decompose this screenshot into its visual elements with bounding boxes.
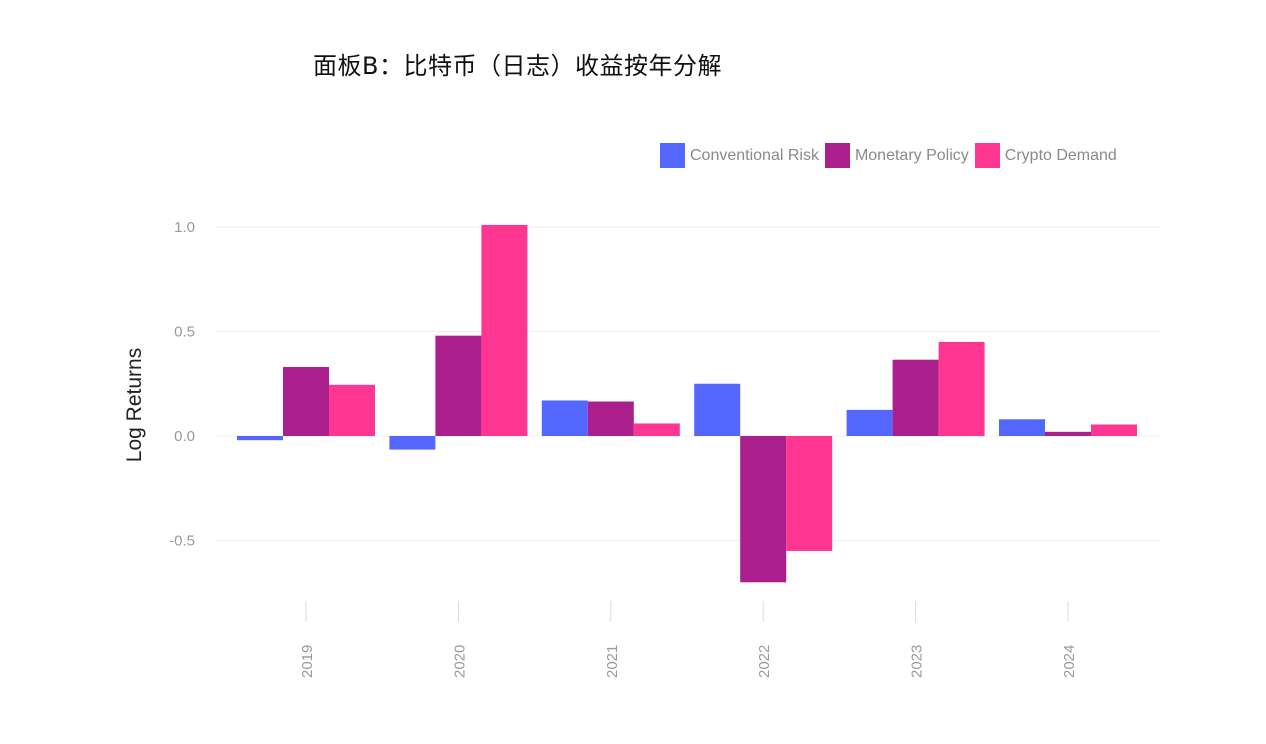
bar-conventional-risk-2023	[846, 409, 893, 436]
x-axis-ticks: 2019 2020 2021 2022 2023 2024	[299, 601, 1078, 678]
gridlines	[215, 226, 1160, 542]
x-tick-label: 2023	[909, 645, 926, 678]
bar-chart: -0.5 0.0 0.5 1.0 2019 2020 2021 2022 2023 2024 L…	[123, 219, 1160, 678]
bar-monetary-policy-2023	[892, 359, 939, 436]
bar-conventional-risk-2020	[389, 436, 436, 450]
bar-monetary-policy-2021	[587, 401, 634, 436]
bars	[237, 224, 1137, 583]
y-tick-label: 0.0	[174, 428, 195, 445]
x-tick-label: 2024	[1061, 645, 1078, 678]
bar-conventional-risk-2019	[237, 436, 283, 441]
x-tick-label: 2020	[451, 645, 468, 678]
bar-conventional-risk-2024	[999, 419, 1045, 436]
y-tick-label: -0.5	[169, 533, 195, 550]
x-tick-label: 2022	[756, 645, 773, 678]
bar-monetary-policy-2022	[740, 436, 787, 583]
bar-conventional-risk-2022	[694, 383, 741, 436]
bar-crypto-demand-2024	[1091, 424, 1137, 436]
y-tick-label: 0.5	[174, 324, 195, 341]
bar-crypto-demand-2022	[786, 436, 833, 551]
y-axis-title: Log Returns	[123, 348, 146, 462]
bar-crypto-demand-2019	[329, 384, 375, 436]
y-tick-label: 1.0	[174, 219, 195, 236]
bar-crypto-demand-2023	[938, 341, 985, 436]
y-axis-ticks: -0.5 0.0 0.5 1.0	[169, 219, 195, 550]
x-tick-label: 2019	[299, 645, 316, 678]
bar-conventional-risk-2021	[541, 400, 588, 436]
x-tick-label: 2021	[604, 645, 621, 678]
bar-monetary-policy-2024	[1045, 431, 1091, 436]
bar-crypto-demand-2021	[633, 423, 680, 436]
bar-monetary-policy-2020	[435, 335, 482, 436]
bar-monetary-policy-2019	[283, 367, 329, 436]
bar-crypto-demand-2020	[481, 224, 528, 436]
